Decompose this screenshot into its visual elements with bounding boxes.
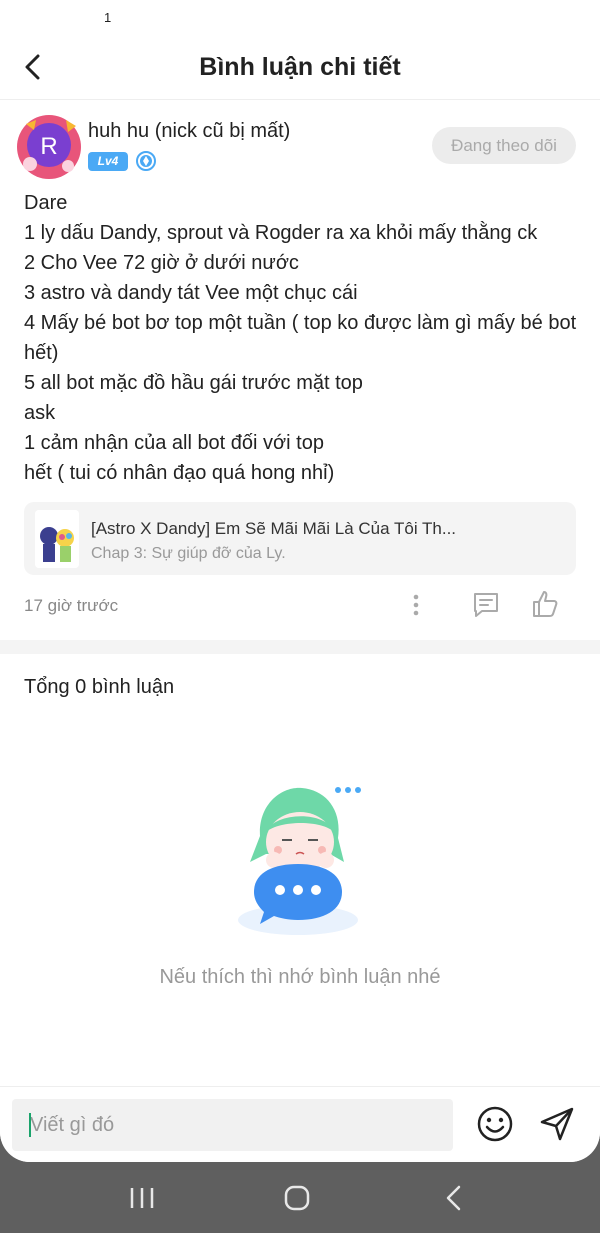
recent-apps-icon[interactable] xyxy=(128,1186,156,1210)
comment-line: hết ( tui có nhân đạo quá hong nhỉ) xyxy=(24,462,335,484)
story-thumbnail xyxy=(35,510,79,568)
more-vertical-icon xyxy=(413,594,419,616)
comment-line: 1 ly dấu Dandy, sprout và Rogder ra xa k… xyxy=(24,222,538,244)
comment-time: 17 giờ trước xyxy=(24,596,119,615)
section-divider xyxy=(0,640,600,654)
comment-line: 1 cảm nhận của all bot đối với top xyxy=(24,432,324,454)
more-options-button[interactable] xyxy=(404,590,428,620)
level-badge: Lv4 xyxy=(88,152,128,171)
diamond-icon xyxy=(136,151,156,171)
comment-icon xyxy=(474,593,498,617)
screen: 1 Bình luận chi tiết R huh hu (nick cũ b… xyxy=(0,0,600,1162)
notification-count: 1 xyxy=(104,10,112,25)
avatar[interactable]: R xyxy=(16,114,82,180)
empty-state-illustration xyxy=(230,776,370,946)
story-title: [Astro X Dandy] Em Sẽ Mãi Mãi Là Của Tôi… xyxy=(91,519,457,538)
status-bar: 1 xyxy=(0,0,600,34)
comment-input-bar xyxy=(0,1086,600,1162)
empty-state-text: Nếu thích thì nhớ bình luận nhé xyxy=(159,966,441,988)
story-link-card[interactable]: [Astro X Dandy] Em Sẽ Mãi Mãi Là Của Tôi… xyxy=(24,502,576,575)
comment-body: Dare 1 ly dấu Dandy, sprout và Rogder ra… xyxy=(24,188,584,488)
like-button[interactable] xyxy=(530,588,560,620)
comment-line: Dare xyxy=(24,192,68,214)
username[interactable]: huh hu (nick cũ bị mất) xyxy=(88,120,290,143)
comment-line: 3 astro và dandy tát Vee một chục cái xyxy=(24,282,358,304)
follow-button[interactable]: Đang theo dõi xyxy=(432,127,576,164)
svg-text:R: R xyxy=(40,133,57,160)
story-chapter: Chap 3: Sự giúp đỡ của Ly. xyxy=(91,545,286,562)
replies-total: Tổng 0 bình luận xyxy=(24,676,175,698)
page-title: Bình luận chi tiết xyxy=(199,53,401,81)
smiley-icon xyxy=(477,1106,513,1142)
send-icon xyxy=(540,1107,574,1141)
back-nav-icon[interactable] xyxy=(442,1184,466,1212)
thumbs-up-icon xyxy=(533,591,558,617)
emoji-button[interactable] xyxy=(476,1105,514,1143)
system-nav-bar xyxy=(0,1162,600,1233)
home-icon[interactable] xyxy=(283,1184,311,1212)
comment-line: 4 Mấy bé bot bơ top một tuần ( top ko đư… xyxy=(24,312,577,364)
comment-line: 2 Cho Vee 72 giờ ở dưới nước xyxy=(24,252,299,274)
comment-line: 5 all bot mặc đồ hầu gái trước mặt top xyxy=(24,372,363,394)
comment-line: ask xyxy=(24,402,56,424)
header: Bình luận chi tiết xyxy=(0,34,600,100)
comment-input[interactable] xyxy=(12,1099,453,1151)
text-cursor xyxy=(29,1113,31,1137)
send-button[interactable] xyxy=(538,1105,576,1143)
reply-button[interactable] xyxy=(470,590,502,620)
